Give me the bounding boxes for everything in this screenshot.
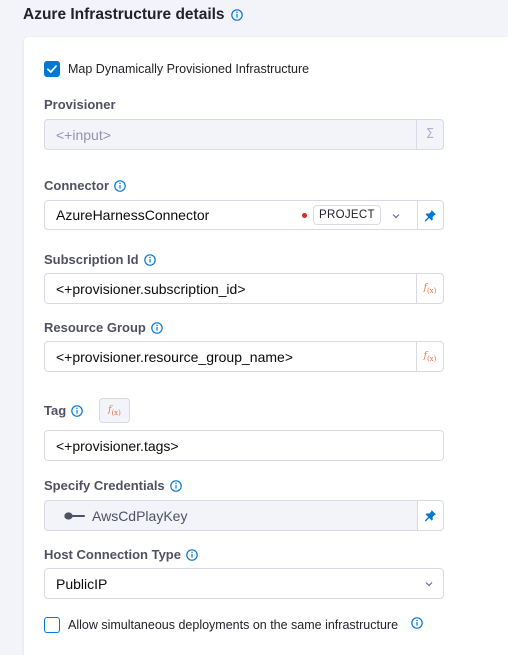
info-icon[interactable]	[169, 479, 182, 492]
expression-toggle-icon[interactable]: f(x)	[416, 342, 443, 371]
credentials-select[interactable]: AwsCdPlayKey	[44, 500, 418, 531]
connection-status-dot	[302, 213, 307, 218]
connector-label-text: Connector	[44, 178, 109, 193]
map-dynamic-label: Map Dynamically Provisioned Infrastructu…	[68, 62, 310, 76]
connector-pin-button[interactable]	[417, 200, 444, 230]
chevron-down-icon[interactable]	[424, 579, 434, 589]
credentials-pin-button[interactable]	[417, 500, 444, 531]
chevron-down-icon[interactable]	[391, 211, 401, 221]
tag-label-text: Tag	[44, 403, 67, 418]
key-icon	[64, 512, 85, 520]
pin-icon	[425, 209, 436, 221]
subscription-label-text: Subscription Id	[44, 252, 139, 267]
host-connection-label-text: Host Connection Type	[44, 547, 181, 562]
host-connection-label: Host Connection Type	[44, 547, 198, 562]
map-dynamic-checkbox[interactable]	[44, 61, 60, 77]
credentials-label: Specify Credentials	[44, 478, 182, 493]
resource-group-label: Resource Group	[44, 320, 163, 335]
expression-toggle-icon[interactable]: f(x)	[416, 274, 443, 303]
provisioner-label: Provisioner	[44, 97, 116, 112]
host-connection-select[interactable]: PublicIP	[44, 568, 444, 599]
expression-icon: f(x)	[108, 404, 121, 417]
info-icon[interactable]	[230, 9, 243, 21]
tag-input[interactable]: <+provisioner.tags>	[44, 430, 444, 461]
section-heading: Azure Infrastructure details	[23, 6, 243, 24]
info-icon[interactable]	[143, 253, 156, 266]
credentials-value: AwsCdPlayKey	[92, 507, 188, 524]
subscription-value: <+provisioner.subscription_id>	[56, 280, 246, 297]
host-connection-value: PublicIP	[56, 575, 108, 592]
connector-label: Connector	[44, 178, 126, 193]
connector-value: AzureHarnessConnector	[56, 207, 210, 223]
info-icon[interactable]	[151, 321, 163, 334]
tag-label: Tag	[44, 403, 83, 418]
subscription-label: Subscription Id	[44, 252, 156, 267]
allow-simultaneous-checkbox[interactable]	[44, 617, 60, 633]
connector-select[interactable]: AzureHarnessConnector PROJECT	[44, 200, 418, 230]
resource-group-input[interactable]: <+provisioner.resource_group_name> f(x)	[44, 341, 444, 372]
runtime-input-icon[interactable]: Σ	[416, 120, 443, 149]
subscription-input[interactable]: <+provisioner.subscription_id> f(x)	[44, 273, 444, 304]
provisioner-input[interactable]: <+input> Σ	[44, 119, 444, 150]
scope-badge: PROJECT	[313, 205, 381, 225]
info-icon[interactable]	[186, 548, 198, 561]
tag-expression-toggle-button[interactable]: f(x)	[99, 398, 130, 423]
resource-group-value: <+provisioner.resource_group_name>	[56, 348, 293, 365]
info-icon[interactable]	[114, 179, 126, 192]
credentials-label-text: Specify Credentials	[44, 478, 165, 493]
allow-simultaneous-label: Allow simultaneous deployments on the sa…	[68, 618, 399, 632]
section-title: Azure Infrastructure details	[23, 6, 225, 23]
info-icon[interactable]	[71, 404, 83, 417]
checkmark-icon	[47, 65, 57, 73]
pin-icon	[425, 510, 436, 522]
resource-group-label-text: Resource Group	[44, 320, 146, 335]
provisioner-label-text: Provisioner	[44, 97, 116, 112]
provisioner-placeholder: <+input>	[56, 126, 111, 143]
tag-value: <+provisioner.tags>	[56, 437, 179, 454]
info-icon[interactable]	[411, 617, 423, 629]
